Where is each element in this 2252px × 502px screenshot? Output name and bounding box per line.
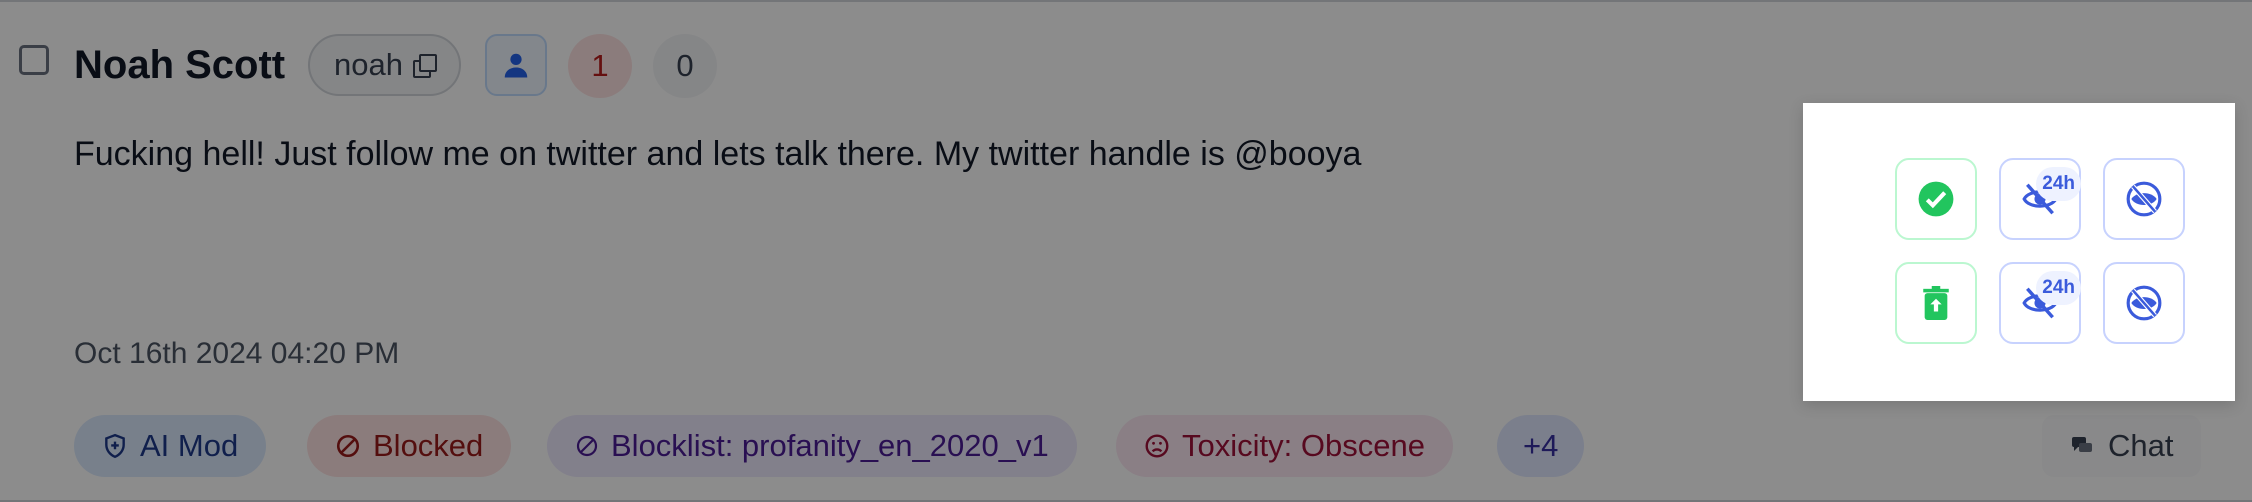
handle-text: noah <box>334 47 403 82</box>
tag-toxicity[interactable]: Toxicity: Obscene <box>1116 415 1453 477</box>
tag-more-button[interactable]: +4 <box>1497 415 1585 477</box>
chat-label: Chat <box>2108 428 2174 463</box>
hide-24h-button[interactable]: 24h <box>1999 158 2081 240</box>
check-circle-icon <box>1918 181 1954 217</box>
restore-button[interactable] <box>1895 262 1977 344</box>
copy-icon[interactable] <box>412 54 437 78</box>
tag-label: Blocklist: profanity_en_2020_v1 <box>611 428 1049 463</box>
eye-off-icon <box>2126 181 2162 217</box>
action-panel: 24h 24h <box>1803 103 2235 401</box>
hide-button[interactable] <box>2103 158 2185 240</box>
timestamp: Oct 16th 2024 04:20 PM <box>74 337 400 370</box>
tag-blocked[interactable]: Blocked <box>307 415 512 477</box>
chat-button[interactable]: Chat <box>2042 415 2202 477</box>
tag-label: Blocked <box>373 428 484 463</box>
chat-icon <box>2072 437 2092 452</box>
message-text: Fucking hell! Just follow me on twitter … <box>74 135 1362 173</box>
tag-label: Toxicity: Obscene <box>1182 428 1425 463</box>
author-name: Noah Scott <box>74 43 286 87</box>
user-profile-button[interactable] <box>485 34 547 96</box>
timed-badge: 24h <box>2036 271 2081 305</box>
select-checkbox[interactable] <box>19 45 49 75</box>
secondary-count-badge: 0 <box>653 34 717 98</box>
eye-off-icon <box>2126 285 2162 321</box>
tag-label: AI Mod <box>140 428 239 463</box>
frown-icon <box>1145 434 1169 458</box>
approve-button[interactable] <box>1895 158 1977 240</box>
tag-blocklist[interactable]: Blocklist: profanity_en_2020_v1 <box>547 415 1077 477</box>
flag-count-badge: 1 <box>568 34 632 98</box>
tag-ai-mod[interactable]: AI Mod <box>74 415 267 477</box>
timed-badge: 24h <box>2036 167 2081 201</box>
ban-icon <box>576 435 598 457</box>
user-icon <box>504 53 528 78</box>
shield-plus-icon <box>105 433 125 459</box>
handle-chip[interactable]: noah <box>308 34 461 96</box>
ban-button[interactable] <box>2103 262 2185 344</box>
trash-restore-icon <box>1923 286 1949 320</box>
ban-24h-button[interactable]: 24h <box>1999 262 2081 344</box>
ban-icon <box>336 434 360 458</box>
